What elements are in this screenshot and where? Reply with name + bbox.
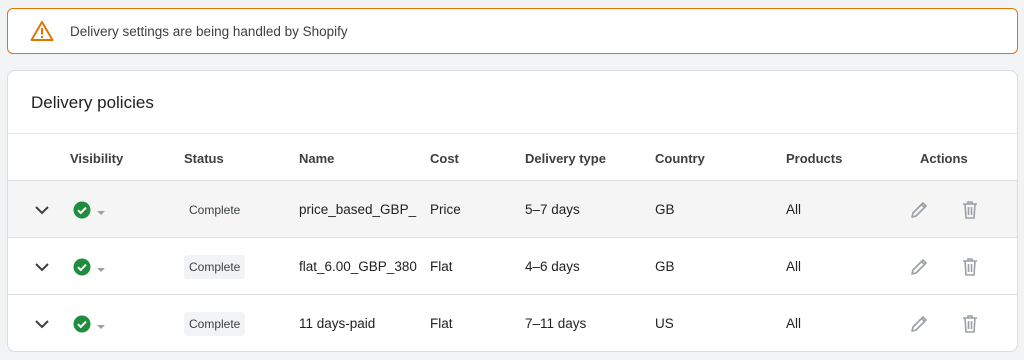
policy-products: All: [786, 259, 802, 274]
check-circle-icon: [73, 315, 91, 333]
delete-trash-icon[interactable]: [959, 199, 981, 221]
check-circle-icon: [73, 201, 91, 219]
alert-message: Delivery settings are being handled by S…: [70, 23, 348, 39]
table-row[interactable]: Complete 11 days-paid Flat 7–11 days US …: [8, 295, 1017, 351]
policy-products: All: [786, 202, 802, 217]
dropdown-arrow-icon: [97, 325, 105, 329]
column-header-country: Country: [655, 151, 705, 166]
check-circle-icon: [73, 258, 91, 276]
visibility-dropdown[interactable]: [72, 200, 112, 220]
column-header-products: Products: [786, 151, 843, 166]
policy-delivery-type: 4–6 days: [525, 259, 580, 274]
table-row[interactable]: Complete price_based_GBP_ Price 5–7 days…: [8, 181, 1017, 238]
policy-products: All: [786, 316, 802, 331]
policy-name: price_based_GBP_: [299, 202, 417, 217]
delete-trash-icon[interactable]: [959, 313, 981, 335]
shopify-alert-banner: Delivery settings are being handled by S…: [7, 8, 1018, 54]
policy-delivery-type: 7–11 days: [525, 316, 587, 331]
policy-country: GB: [655, 202, 675, 217]
column-header-delivery-type: Delivery type: [525, 151, 606, 166]
column-header-visibility: Visibility: [70, 151, 124, 166]
delivery-policies-card: Delivery policies Visibility Status Name…: [7, 70, 1018, 352]
policy-cost: Flat: [430, 316, 453, 331]
card-title: Delivery policies: [31, 93, 154, 112]
column-header-status: Status: [184, 151, 224, 166]
visibility-dropdown[interactable]: [72, 314, 112, 334]
policy-country: US: [655, 316, 674, 331]
dropdown-arrow-icon: [97, 268, 105, 272]
column-header-name: Name: [299, 151, 335, 166]
expand-chevron-icon[interactable]: [32, 314, 52, 334]
status-badge: Complete: [184, 312, 246, 336]
edit-pencil-icon[interactable]: [908, 256, 930, 278]
policy-cost: Flat: [430, 259, 453, 274]
policy-cost: Price: [430, 202, 461, 217]
policy-name: 11 days-paid: [299, 316, 376, 331]
edit-pencil-icon[interactable]: [908, 199, 930, 221]
dropdown-arrow-icon: [97, 211, 105, 215]
visibility-dropdown[interactable]: [72, 257, 112, 277]
warning-triangle-icon: [30, 21, 54, 41]
column-header-cost: Cost: [430, 151, 459, 166]
expand-chevron-icon[interactable]: [32, 200, 52, 220]
status-badge: Complete: [189, 203, 241, 217]
status-badge: Complete: [184, 255, 246, 279]
table-row[interactable]: Complete flat_6.00_GBP_380 Flat 4–6 days…: [8, 238, 1017, 295]
edit-pencil-icon[interactable]: [908, 313, 930, 335]
policy-country: GB: [655, 259, 675, 274]
delete-trash-icon[interactable]: [959, 256, 981, 278]
table-header: Visibility Status Name Cost Delivery typ…: [8, 133, 1017, 181]
policies-table: Visibility Status Name Cost Delivery typ…: [8, 133, 1017, 351]
policy-name: flat_6.00_GBP_380: [299, 259, 417, 274]
column-header-actions: Actions: [920, 151, 968, 166]
policy-delivery-type: 5–7 days: [525, 202, 580, 217]
expand-chevron-icon[interactable]: [32, 257, 52, 277]
